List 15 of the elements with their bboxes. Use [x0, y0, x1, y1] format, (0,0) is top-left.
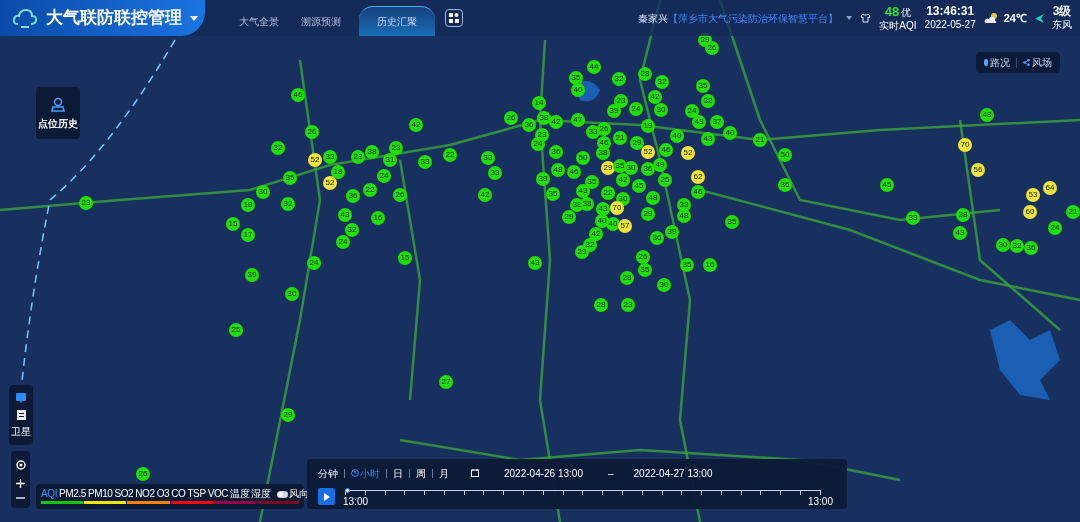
user-name: 秦家兴 [638, 11, 669, 26]
wind-level: 3级 [1052, 4, 1072, 19]
start-tick-label: 13:00 [343, 495, 369, 509]
temperature: 24℃ [1003, 10, 1027, 26]
clock-time: 13:46:31 [926, 4, 975, 20]
start-time: 2022-04-26 13:00 [504, 466, 583, 481]
end-time: 2022-04-27 13:00 [633, 466, 713, 481]
aqi-grade: 优 [901, 6, 912, 20]
end-tick-label: 13:00 [807, 495, 833, 509]
app-title: 大气联防联控管理 [46, 7, 182, 30]
date-text: 2022-05-27 [924, 19, 976, 32]
range-separator: – [607, 466, 614, 481]
aqi-label: 实时AQI [879, 19, 917, 33]
wind-direction: 东风 [1052, 19, 1072, 32]
aqi-value: 48 [884, 3, 900, 20]
